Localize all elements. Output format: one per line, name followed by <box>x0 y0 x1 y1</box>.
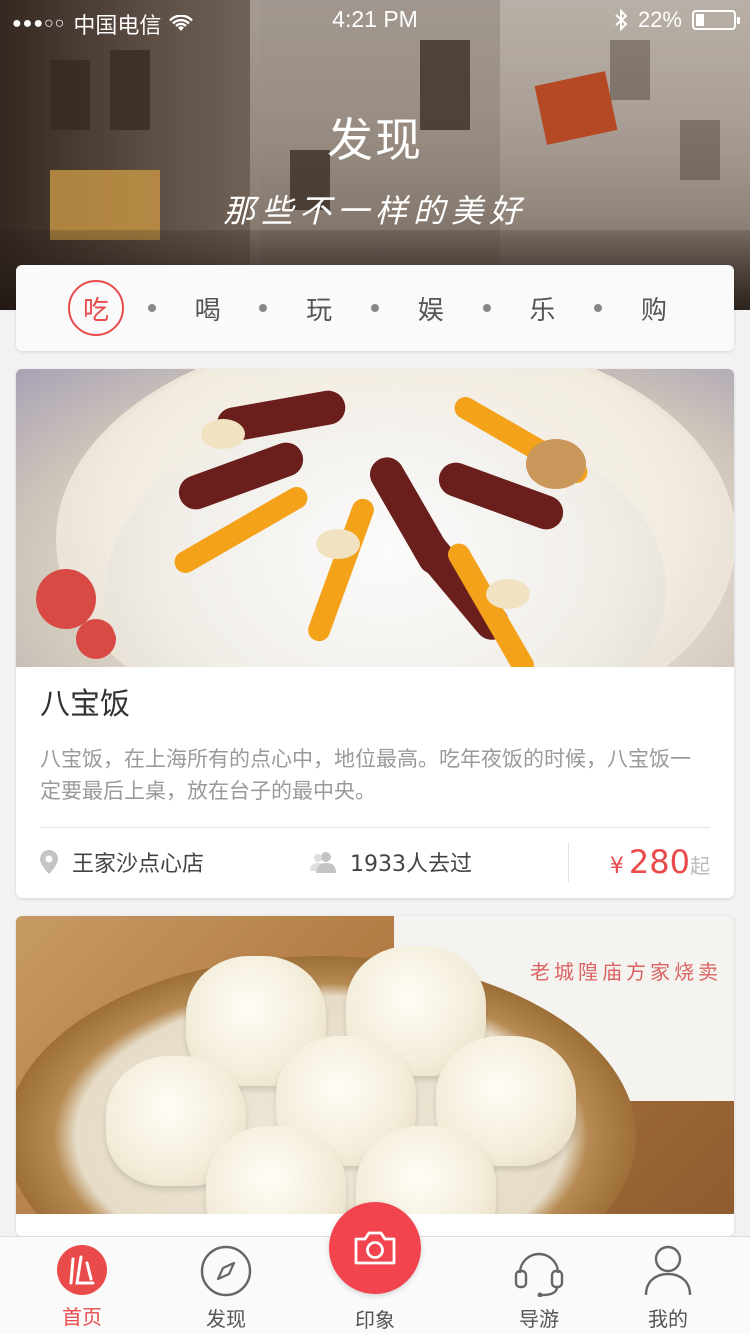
food-card[interactable]: 老城隍庙方家烧卖 <box>16 916 734 1236</box>
battery-icon <box>692 10 740 30</box>
hero-banner: ●●●○○ 中国电信 4:21 PM 22% 发现 那些不一样的美好 <box>0 0 750 310</box>
tab-entertainment[interactable]: 娱 <box>403 280 459 336</box>
headset-icon <box>514 1252 564 1297</box>
bluetooth-icon <box>615 9 628 31</box>
battery-percent: 22% <box>637 7 682 32</box>
food-title: 八宝饭 <box>40 687 130 722</box>
nav-home-label: 首页 <box>62 1305 102 1329</box>
nav-discover[interactable]: 发现 <box>171 1245 281 1332</box>
tab-separator-dot <box>147 304 156 312</box>
tab-play[interactable]: 玩 <box>291 280 347 336</box>
people-icon <box>310 852 336 873</box>
nav-profile[interactable]: 我的 <box>613 1245 723 1332</box>
tab-separator-dot <box>259 304 268 312</box>
nav-impression-label: 印象 <box>355 1308 395 1332</box>
tab-shop[interactable]: 购 <box>626 280 682 336</box>
tab-separator-dot <box>370 304 379 312</box>
food-meta-row: 王家沙点心店 1933人去过 ¥ 280起 <box>40 828 710 896</box>
price-currency: ¥ <box>609 854 624 879</box>
tab-eat[interactable]: 吃 <box>68 280 124 336</box>
user-icon <box>644 1245 692 1296</box>
page-title: 发现 <box>327 113 423 167</box>
price-value: 280 <box>628 843 690 881</box>
nav-guide[interactable]: 导游 <box>484 1245 594 1332</box>
camera-icon <box>354 1231 396 1265</box>
nav-discover-label: 发现 <box>206 1307 246 1331</box>
compass-icon <box>200 1245 252 1297</box>
home-logo-icon <box>57 1245 107 1295</box>
nav-home[interactable]: 首页 <box>27 1245 137 1330</box>
food-description: 八宝饭，在上海所有的点心中，地位最高。吃年夜饭的时候，八宝饭一定要最后上桌，放在… <box>40 747 691 803</box>
nav-profile-label: 我的 <box>648 1307 688 1331</box>
nav-guide-label: 导游 <box>519 1307 559 1331</box>
tab-drink[interactable]: 喝 <box>180 280 236 336</box>
category-tab-bar: 吃 喝 玩 娱 乐 购 <box>16 265 734 351</box>
price-unit: 起 <box>690 854 710 878</box>
box-print-text: 老城隍庙方家烧卖 <box>530 960 722 984</box>
food-image-babaofan[interactable] <box>16 369 734 667</box>
food-image-shaomai[interactable]: 老城隍庙方家烧卖 <box>16 916 734 1214</box>
food-price: ¥ 280起 <box>569 843 710 881</box>
camera-button[interactable] <box>329 1202 421 1294</box>
tab-separator-dot <box>482 304 491 312</box>
status-bar: ●●●○○ 中国电信 4:21 PM 22% <box>0 0 750 40</box>
page-subtitle: 那些不一样的美好 <box>222 192 527 230</box>
tab-fun[interactable]: 乐 <box>514 280 570 336</box>
tab-separator-dot <box>594 304 603 312</box>
food-card[interactable]: 八宝饭 八宝饭，在上海所有的点心中，地位最高。吃年夜饭的时候，八宝饭一定要最后上… <box>16 369 734 898</box>
visitor-count: 1933人去过 <box>350 852 472 877</box>
restaurant-name[interactable]: 王家沙点心店 <box>72 846 204 878</box>
location-pin-icon <box>40 850 58 874</box>
